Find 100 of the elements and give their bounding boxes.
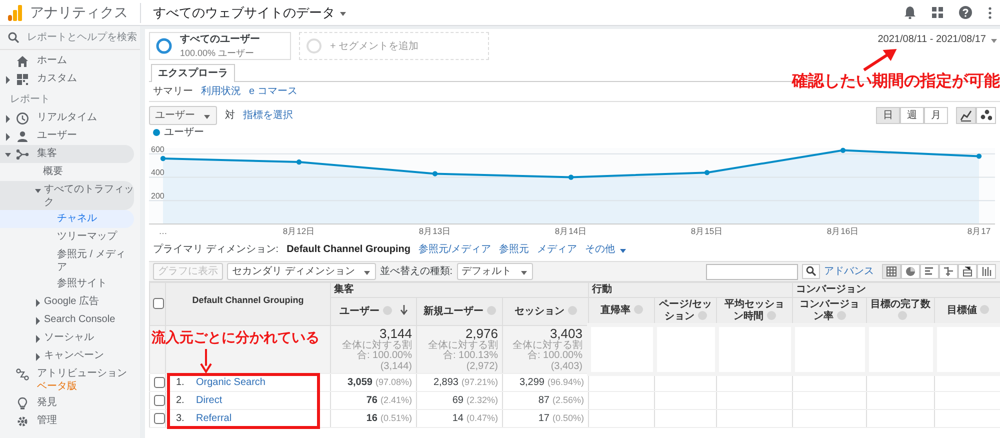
subtab-link[interactable]: e コマース [249,84,298,99]
nav-item[interactable]: 集客 [0,145,134,163]
dimension-option[interactable]: 参照元 [499,242,530,257]
advanced-link[interactable]: アドバンス [824,264,874,279]
cell-value: 69 [452,395,464,406]
dashboard-icon [16,73,29,86]
period-button[interactable]: 月 [924,107,948,124]
y-tick-label: 600 [151,144,164,154]
tab[interactable]: エクスプローラ [151,64,235,82]
help-icon [980,304,990,314]
share-text: 全体に対する割合: 100.00% [512,340,582,362]
chart-type-button[interactable] [956,107,976,124]
y-tick-label: 400 [151,168,164,178]
chart-type-button[interactable] [976,107,996,124]
nav-item[interactable]: ホーム [0,52,134,70]
property-selector[interactable]: すべてのウェブサイトのデータ [153,2,347,22]
beta-label: ベータ版 [37,380,78,393]
share-text: 全体に対する割合: 100.00% [341,340,412,362]
search-button[interactable] [802,264,820,279]
nav-item[interactable]: 参照元 / メディア [0,246,134,275]
metric-dropdown[interactable]: ユーザー [149,106,217,125]
nav-item[interactable]: ソーシャル [0,329,134,347]
secondary-dimension-dropdown[interactable]: セカンダリ ディメンション [227,263,376,280]
segment-name: すべてのユーザー [180,32,260,47]
column-header[interactable]: ユーザー [330,298,416,325]
more-vertical-icon[interactable] [988,6,992,18]
help-icon [698,310,706,320]
dimension-option[interactable]: その他 [585,242,628,257]
row-checkbox[interactable] [154,395,165,406]
add-segment-button[interactable]: + セグメントを追加 [299,32,489,60]
nav-item[interactable]: すべてのトラフィック [0,181,134,210]
channel-link[interactable]: Organic Search [196,377,266,388]
nav-item[interactable]: 発見 [0,394,134,412]
cell-value: 3,059 [347,377,372,388]
column-header[interactable]: セッション [502,298,588,325]
branch-icon [16,148,29,161]
period-button[interactable]: 週 [900,107,924,124]
segment-card[interactable]: すべてのユーザー 100.00% ユーザー [149,32,291,60]
cell-value: 2,893 [433,377,458,388]
caret-right-icon [34,353,42,361]
view-button[interactable] [920,264,939,280]
nav-item[interactable]: 管理 [0,412,134,430]
x-tick-label: 8月12日 [282,226,316,236]
nav-item[interactable]: ツリーマップ [0,228,134,246]
view-button[interactable] [882,264,901,280]
subtab-link[interactable]: 利用状況 [201,84,241,99]
select-metric-link[interactable]: 指標を選択 [243,108,293,123]
caret-down-icon [34,187,42,195]
help-icon[interactable] [959,6,972,19]
x-tick-label: 8月13日 [418,226,452,236]
view-button[interactable] [977,264,996,280]
channel-link[interactable]: Direct [196,395,222,406]
cell-percent: (2.56%) [552,395,584,406]
y-tick-label: 200 [151,192,164,201]
cell-value: 76 [366,395,378,406]
base-value: (3,144) [379,362,412,372]
dimension-option[interactable]: メディア [537,242,578,257]
rank-number: 3. [176,412,186,426]
person-icon [16,130,29,143]
apps-grid-icon[interactable] [932,7,943,18]
sort-arrow-icon[interactable] [400,305,408,315]
sort-type-dropdown[interactable]: デフォルト [456,263,533,280]
table-search-field[interactable] [706,264,798,280]
cell-percent: (97.21%) [461,377,498,388]
nav-item[interactable]: Search Console [0,311,134,329]
view-button[interactable] [958,264,977,280]
caret-icon [203,113,211,121]
bell-icon[interactable] [904,6,916,19]
cell-value: 16 [366,413,378,424]
nav-item[interactable]: カスタム [0,70,134,88]
nav-item[interactable]: キャンペーン [0,347,134,365]
nav-item[interactable]: 概要 [0,163,134,181]
gear-icon [16,415,29,428]
line-chart-icon [960,109,972,122]
column-header[interactable]: 新規ユーザー [416,298,502,325]
view-button[interactable] [901,264,920,280]
column-header: Default Channel Grouping [166,282,330,325]
view-button[interactable] [939,264,958,280]
cell-percent: (0.47%) [466,413,498,424]
nav-item[interactable]: Google 広告 [0,293,134,311]
caret-right-icon [34,317,42,325]
x-tick-label: … [158,226,168,236]
rank-number: 1. [176,376,186,390]
subtab-link[interactable]: サマリー [153,84,193,99]
route-icon [16,368,29,381]
nav-item[interactable]: ユーザー [0,127,134,145]
date-range-picker[interactable]: 2021/08/11 - 2021/08/17 [878,32,1000,47]
select-all-checkbox[interactable] [153,298,164,309]
nav-item[interactable]: リアルタイム [0,109,134,127]
dimension-option[interactable]: 参照元/メディア [418,242,492,257]
nav-item[interactable]: アトリビューション ベータ版 [0,365,134,394]
period-button[interactable]: 日 [876,107,900,124]
row-checkbox[interactable] [154,413,165,424]
caret-right-icon [4,133,12,141]
channel-link[interactable]: Referral [196,413,232,424]
dimension-option[interactable]: Default Channel Grouping [286,242,410,257]
nav-item[interactable]: チャネル [0,210,134,228]
nav-item[interactable]: 参照サイト [0,275,134,293]
table-icon [886,266,897,277]
row-checkbox[interactable] [154,377,165,388]
